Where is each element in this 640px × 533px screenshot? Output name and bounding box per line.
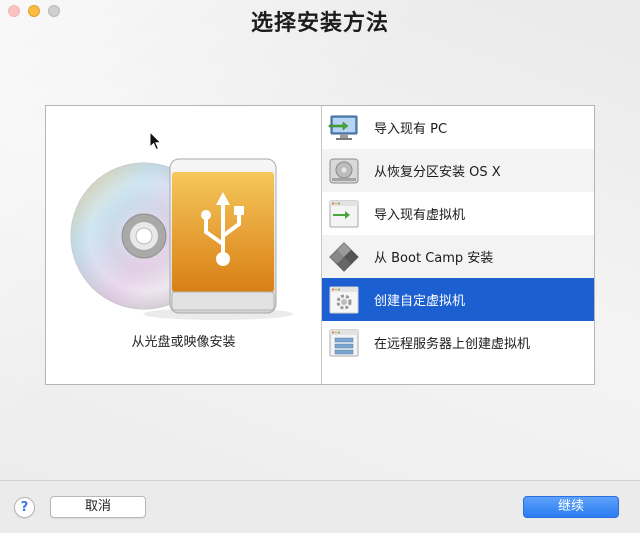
method-label: 从 Boot Camp 安装 — [374, 251, 494, 266]
disc-usb-illustration-icon — [70, 158, 293, 320]
method-custom-vm[interactable]: 创建自定虚拟机 — [322, 278, 594, 321]
hard-drive-icon — [329, 158, 359, 183]
method-label: 在远程服务器上创建虚拟机 — [374, 337, 531, 352]
disc-image-option[interactable]: 从光盘或映像安装 — [46, 106, 322, 384]
method-label: 创建自定虚拟机 — [374, 294, 466, 309]
monitor-import-icon — [328, 115, 358, 140]
method-boot-camp[interactable]: 从 Boot Camp 安装 — [322, 235, 594, 278]
method-remote-server[interactable]: 在远程服务器上创建虚拟机 — [322, 321, 594, 364]
continue-button[interactable]: 继续 — [523, 496, 619, 518]
custom-vm-gear-icon — [329, 286, 359, 313]
method-import-vm[interactable]: 导入现有虚拟机 — [322, 192, 594, 235]
window-title: 选择安装方法 — [250, 11, 389, 36]
boot-camp-icon — [329, 241, 359, 272]
footer-bar: ? 取消 继续 — [0, 480, 640, 533]
help-button[interactable]: ? — [14, 497, 35, 518]
method-label: 导入现有 PC — [374, 122, 448, 137]
install-method-window: 选择安装方法 从光盘或映像安装 导入现有 PC 从恢复分区安装 OS X 导入现… — [0, 0, 640, 533]
method-label: 从恢复分区安装 OS X — [374, 165, 501, 180]
disc-image-option-label: 从光盘或映像安装 — [131, 335, 236, 350]
method-label: 导入现有虚拟机 — [374, 208, 466, 223]
vm-import-icon — [329, 200, 359, 227]
cancel-button[interactable]: 取消 — [50, 496, 146, 518]
install-method-panel: 从光盘或映像安装 导入现有 PC 从恢复分区安装 OS X 导入现有虚拟机 从 … — [45, 105, 595, 385]
method-import-pc[interactable]: 导入现有 PC — [322, 106, 594, 149]
method-recovery-partition[interactable]: 从恢复分区安装 OS X — [322, 149, 594, 192]
mouse-pointer-icon — [149, 131, 162, 151]
install-method-list: 导入现有 PC 从恢复分区安装 OS X 导入现有虚拟机 从 Boot Camp… — [322, 106, 594, 364]
remote-server-icon — [329, 329, 359, 356]
